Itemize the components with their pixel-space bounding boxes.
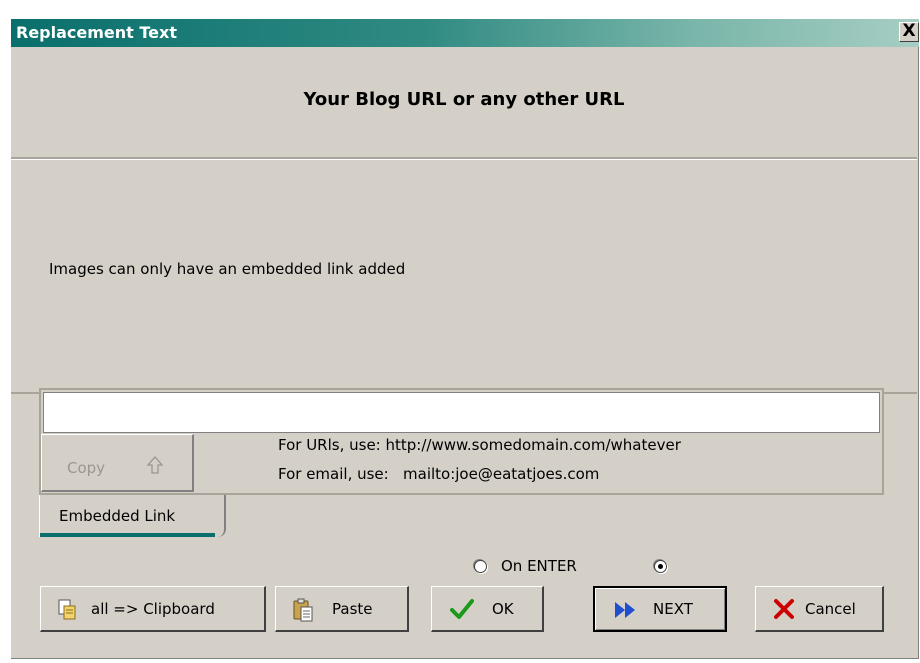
close-button[interactable]: X: [899, 22, 919, 42]
active-tab-indicator: [40, 533, 215, 537]
ok-button[interactable]: OK: [431, 586, 544, 632]
copy-button[interactable]: Copy: [41, 434, 194, 492]
paste-button[interactable]: Paste: [275, 586, 409, 632]
paste-icon: [291, 598, 315, 626]
check-icon: [450, 598, 474, 624]
close-icon: X: [902, 21, 916, 41]
cancel-x-icon: [773, 598, 795, 624]
url-input[interactable]: [43, 392, 880, 433]
tab-embedded-link[interactable]: Embedded Link: [39, 495, 226, 537]
paste-button-label: Paste: [332, 600, 373, 618]
window-title: Replacement Text: [16, 23, 177, 42]
on-enter-radio[interactable]: [474, 560, 487, 573]
second-radio[interactable]: [654, 560, 667, 573]
cancel-button-label: Cancel: [805, 600, 856, 618]
on-enter-label: On ENTER: [501, 557, 577, 575]
header-title: Your Blog URL or any other URL: [303, 89, 625, 110]
clipboard-button-label: all => Clipboard: [91, 600, 215, 618]
header-panel: Your Blog URL or any other URL: [11, 47, 917, 159]
embedded-link-panel: Copy For URls, use: http://www.somedomai…: [39, 388, 884, 495]
up-arrow-icon: [146, 455, 164, 479]
copy-all-to-clipboard-button[interactable]: all => Clipboard: [40, 586, 266, 632]
replacement-text-dialog: Replacement Text X Your Blog URL or any …: [10, 19, 919, 659]
fast-forward-icon: [613, 600, 639, 624]
next-button[interactable]: NEXT: [593, 586, 727, 632]
cancel-button[interactable]: Cancel: [755, 586, 884, 632]
ok-button-label: OK: [492, 600, 514, 618]
title-bar[interactable]: Replacement Text X: [11, 19, 919, 47]
clipboard-copy-icon: [56, 598, 78, 624]
copy-button-label: Copy: [67, 459, 106, 477]
info-message: Images can only have an embedded link ad…: [49, 260, 406, 278]
url-hint: For URls, use: http://www.somedomain.com…: [278, 436, 681, 454]
info-panel: Images can only have an embedded link ad…: [11, 159, 917, 394]
email-hint: For email, use: mailto:joe@eatatjoes.com: [278, 465, 600, 483]
tab-embedded-link-label: Embedded Link: [59, 507, 176, 525]
next-button-label: NEXT: [653, 600, 693, 618]
